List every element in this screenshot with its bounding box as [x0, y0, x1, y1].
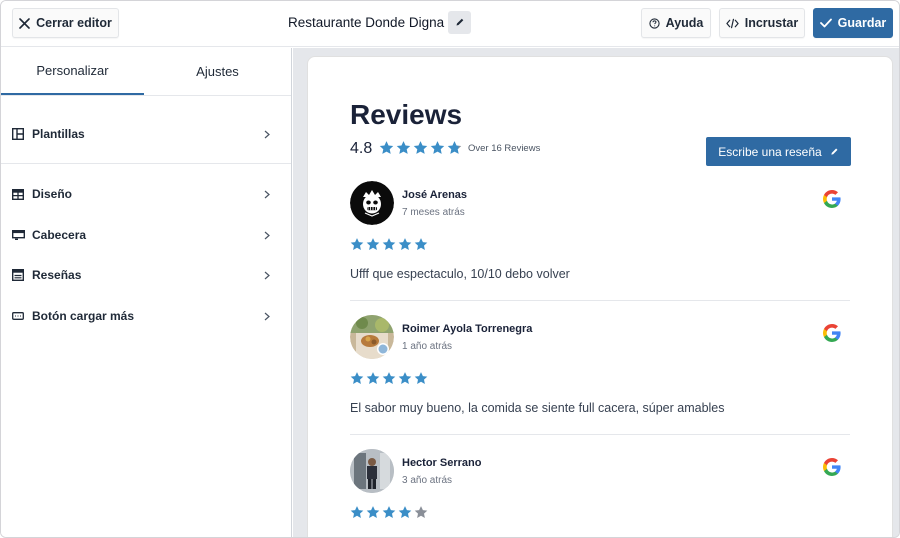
star-icon	[382, 506, 396, 518]
save-label: Guardar	[837, 16, 887, 30]
divider	[350, 300, 850, 301]
button-icon	[12, 310, 25, 323]
review-time: 1 año atrás	[402, 341, 453, 352]
reviewer-name: Hector Serrano	[402, 457, 482, 469]
sidebar-item-label: Plantillas	[32, 127, 85, 141]
review-time: 3 año atrás	[402, 475, 453, 486]
star-icon	[350, 506, 364, 518]
help-button[interactable]: Ayuda	[641, 8, 711, 38]
review-stars	[350, 371, 428, 385]
divider	[350, 434, 850, 435]
star-icon	[430, 141, 445, 154]
help-icon	[648, 17, 660, 29]
top-bar: Cerrar editor Restaurante Donde Digna Ay…	[1, 1, 899, 47]
star-icon	[396, 141, 411, 154]
editor-window: Cerrar editor Restaurante Donde Digna Ay…	[0, 0, 900, 538]
reviewer-name: José Arenas	[402, 189, 468, 201]
sidebar-item-plantillas[interactable]: Plantillas	[1, 114, 291, 154]
sidebar-item-label: Cabecera	[32, 228, 87, 242]
review-text: El sabor muy bueno, la comida se siente …	[350, 401, 725, 415]
tab-ajustes[interactable]: Ajustes	[146, 48, 289, 95]
chevron-right-icon	[264, 310, 270, 324]
check-icon	[819, 18, 832, 28]
star-icon	[398, 372, 412, 384]
avatar	[350, 315, 394, 359]
chevron-right-icon	[264, 269, 270, 283]
review-text: Ufff que espectaculo, 10/10 debo volver	[350, 267, 570, 281]
widget-title: Restaurante Donde Digna	[288, 15, 445, 30]
review-stars	[350, 237, 428, 251]
reviews-icon	[12, 269, 25, 282]
divider	[1, 163, 291, 164]
edit-title-button[interactable]	[448, 11, 471, 34]
average-rating: 4.8	[350, 140, 373, 157]
star-icon	[382, 372, 396, 384]
tab-personalizar[interactable]: Personalizar	[1, 48, 144, 95]
star-icon	[413, 141, 428, 154]
star-icon	[350, 238, 364, 250]
code-icon	[726, 18, 739, 29]
avatar	[350, 181, 394, 225]
star-icon	[414, 506, 428, 518]
sidebar-item-label: Diseño	[32, 187, 73, 201]
star-icon	[379, 141, 394, 154]
chevron-right-icon	[264, 188, 270, 202]
write-review-label: Escribe una reseña	[718, 144, 822, 159]
reviews-heading: Reviews	[350, 99, 463, 130]
reviewer-name: Roimer Ayola Torrenegra	[402, 323, 533, 335]
chevron-right-icon	[264, 128, 270, 142]
review-item: Hector Serrano 3 año atrás	[350, 449, 850, 529]
google-icon	[822, 323, 842, 348]
sidebar-item-diseno[interactable]: Diseño	[1, 174, 291, 214]
write-review-button[interactable]: Escribe una reseña	[706, 137, 851, 166]
summary-stars	[379, 140, 462, 155]
star-icon	[366, 506, 380, 518]
pencil-icon	[830, 145, 839, 159]
header-icon	[12, 229, 25, 242]
reviews-widget: Reviews 4.8 Over 16 Reviews Escribe una …	[307, 56, 893, 537]
close-editor-button[interactable]: Cerrar editor	[12, 8, 119, 38]
review-stars	[350, 505, 428, 519]
close-icon	[19, 17, 30, 29]
sidebar-tabs: Personalizar Ajustes	[1, 48, 291, 96]
sidebar-item-boton-cargar-mas[interactable]: Botón cargar más	[1, 296, 291, 336]
help-label: Ayuda	[665, 16, 704, 30]
close-editor-label: Cerrar editor	[36, 16, 112, 30]
pencil-icon	[455, 14, 465, 32]
sidebar-item-label: Botón cargar más	[32, 309, 135, 323]
sidebar-item-label: Reseñas	[32, 268, 82, 282]
star-icon	[350, 372, 364, 384]
review-time: 7 meses atrás	[402, 207, 465, 218]
star-icon	[382, 238, 396, 250]
sidebar-item-resenas[interactable]: Reseñas	[1, 255, 291, 295]
review-item: Roimer Ayola Torrenegra 1 año atrás El s…	[350, 315, 850, 425]
review-item: José Arenas 7 meses atrás Ufff que espec…	[350, 181, 850, 291]
star-icon	[398, 506, 412, 518]
layout-icon	[12, 128, 25, 141]
review-count: Over 16 Reviews	[468, 143, 541, 154]
sidebar: Personalizar Ajustes Plantillas Diseño C…	[1, 48, 292, 537]
save-button[interactable]: Guardar	[813, 8, 893, 38]
embed-label: Incrustar	[744, 16, 799, 30]
preview-area: Reviews 4.8 Over 16 Reviews Escribe una …	[293, 48, 899, 537]
google-icon	[822, 457, 842, 482]
google-icon	[822, 189, 842, 214]
avatar	[350, 449, 394, 493]
star-icon	[414, 372, 428, 384]
star-icon	[366, 372, 380, 384]
star-icon	[447, 141, 462, 154]
embed-button[interactable]: Incrustar	[719, 8, 805, 38]
sidebar-item-cabecera[interactable]: Cabecera	[1, 215, 291, 255]
star-icon	[398, 238, 412, 250]
chevron-right-icon	[264, 229, 270, 243]
star-icon	[414, 238, 428, 250]
table-icon	[12, 188, 25, 201]
star-icon	[366, 238, 380, 250]
